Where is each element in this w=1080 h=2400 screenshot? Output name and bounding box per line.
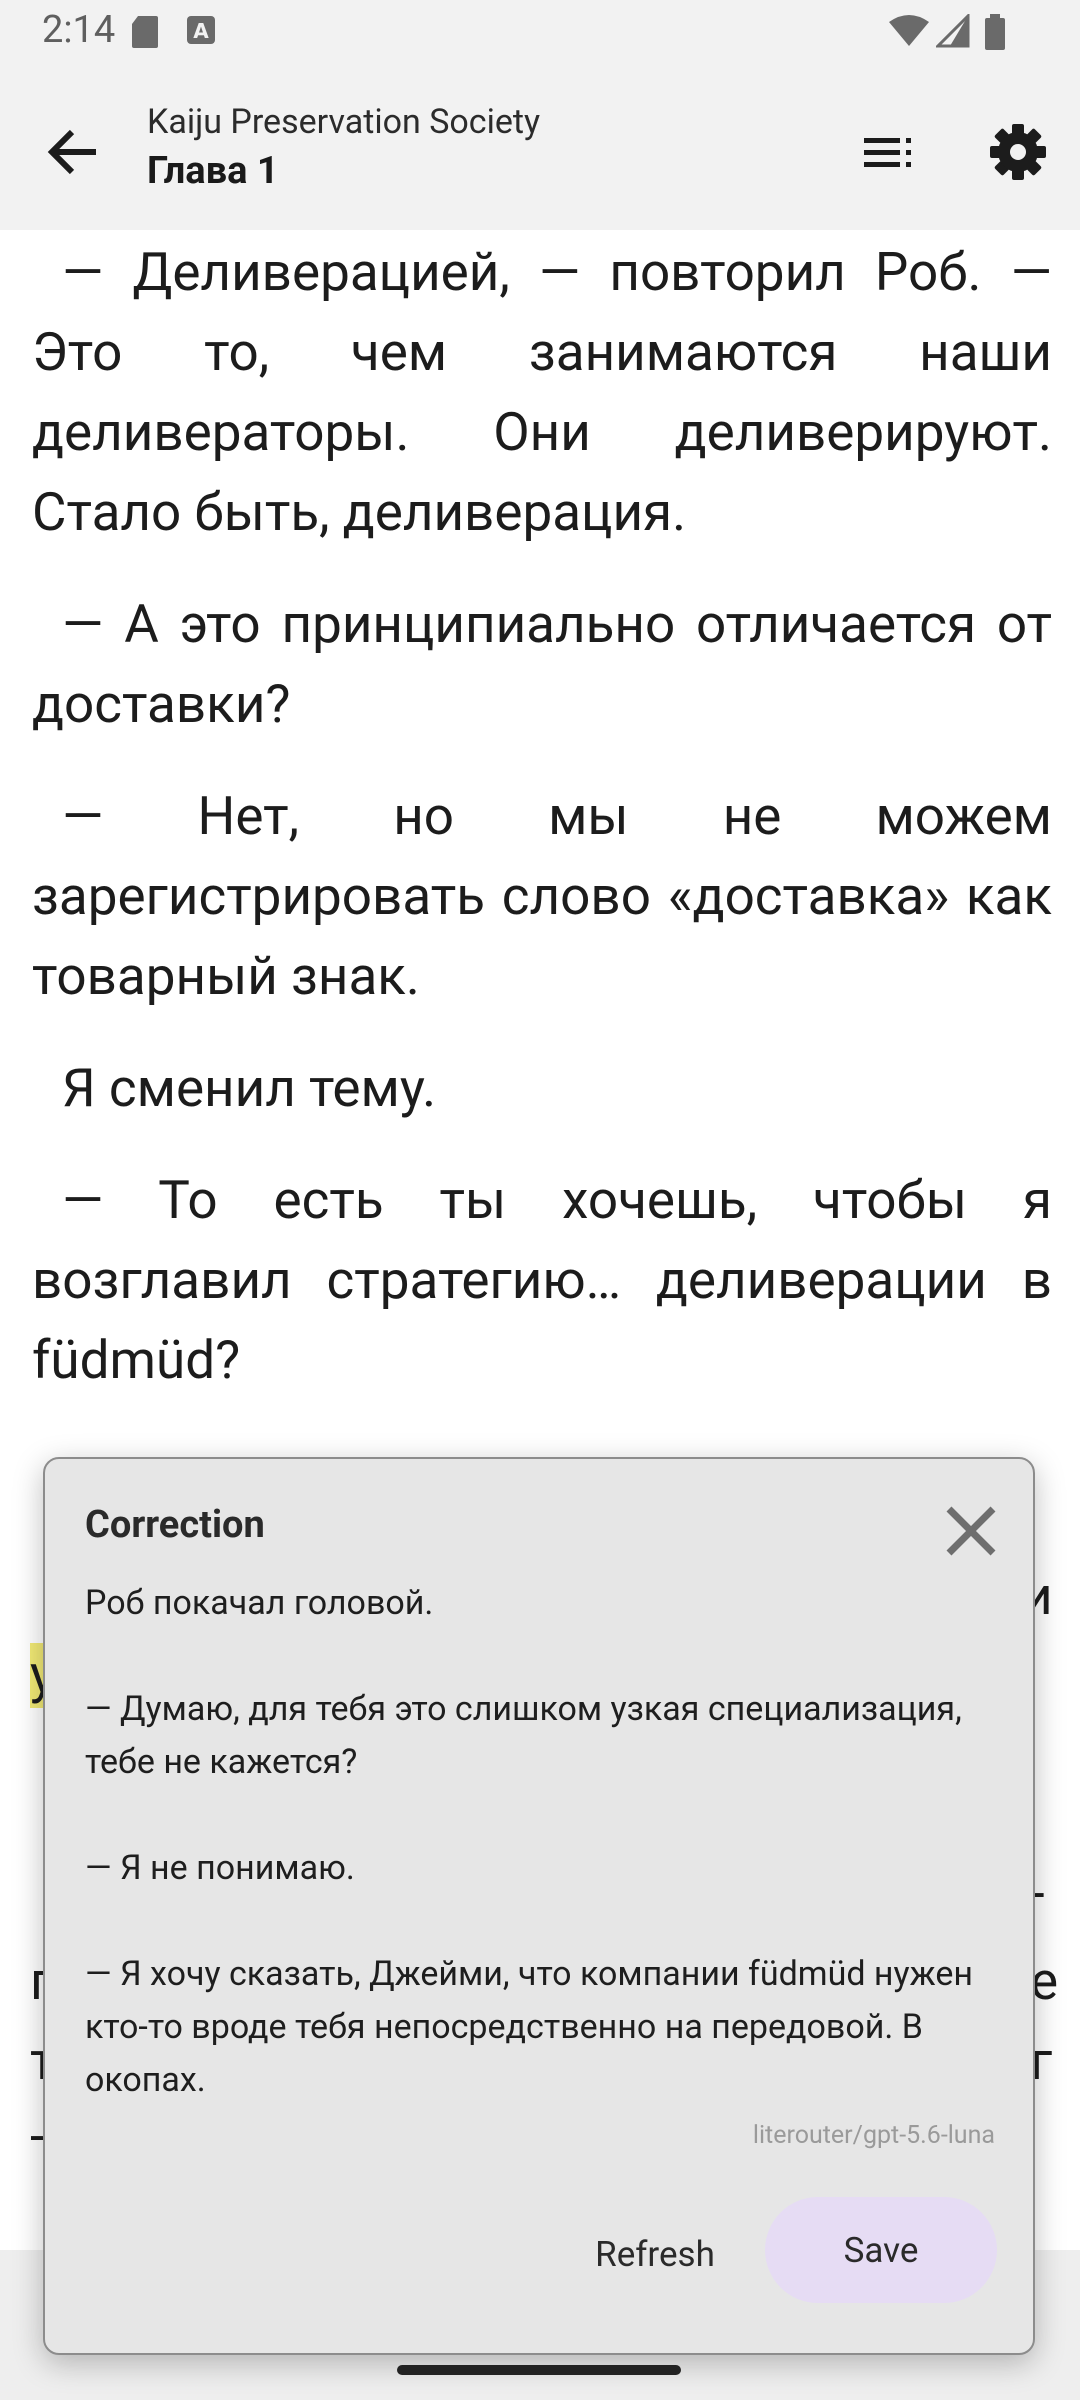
back-arrow-icon	[47, 129, 96, 175]
paragraph: — То есть ты хочешь, чтобы я возглавил с…	[32, 1169, 1052, 1391]
chapter-title: Глава 1	[147, 149, 279, 193]
correction-dialog: Correction Роб покачал головой. — Думаю,…	[43, 1457, 1035, 2355]
correction-paragraph: — Я не понимаю.	[85, 1848, 355, 1888]
svg-text:A: A	[193, 19, 209, 43]
settings-button[interactable]	[978, 112, 1058, 192]
app-bar: Kaiju Preservation Society Глава 1	[0, 62, 1080, 230]
correction-paragraph: — Думаю, для тебя это слишком узкая спец…	[85, 1689, 962, 1782]
paragraph: — Деливерацией, — повторил Роб. — Это то…	[32, 241, 1052, 543]
paragraph: Я сменил тему.	[62, 1057, 437, 1119]
correction-text[interactable]: Роб покачал головой. — Думаю, для тебя э…	[85, 1577, 995, 2107]
close-button[interactable]	[935, 1495, 1007, 1567]
wifi-icon	[889, 15, 929, 46]
correction-paragraph: — Я хочу сказать, Джейми, что компании f…	[85, 1954, 973, 2100]
reader-text[interactable]: — Деливерацией, — повторил Роб. — Это то…	[32, 232, 1052, 1632]
font-a-icon: A	[187, 16, 215, 44]
toc-button[interactable]	[852, 112, 932, 192]
gear-icon	[990, 124, 1046, 180]
back-button[interactable]	[34, 112, 114, 192]
sd-card-icon	[132, 16, 158, 48]
correction-paragraph: Роб покачал головой.	[85, 1583, 434, 1623]
status-bar: 2:14 A	[0, 0, 1080, 62]
paragraph: — Нет, но мы не можем зарегистрировать с…	[32, 785, 1052, 1007]
status-time: 2:14	[42, 8, 116, 52]
gesture-nav-handle[interactable]	[397, 2365, 681, 2375]
paragraph: — А это принципиально отличается от дост…	[32, 593, 1052, 735]
battery-icon	[985, 14, 1005, 50]
toc-icon	[864, 138, 911, 167]
dialog-title: Correction	[85, 1503, 265, 1547]
save-button[interactable]: Save	[765, 2197, 997, 2303]
signal-icon	[936, 14, 970, 48]
title-block: Kaiju Preservation Society Глава 1	[147, 100, 540, 198]
refresh-button[interactable]: Refresh	[545, 2204, 765, 2304]
book-title: Kaiju Preservation Society	[147, 102, 541, 142]
model-label: literouter/gpt-5.6-luna	[752, 2121, 995, 2150]
close-icon	[946, 1506, 996, 1556]
